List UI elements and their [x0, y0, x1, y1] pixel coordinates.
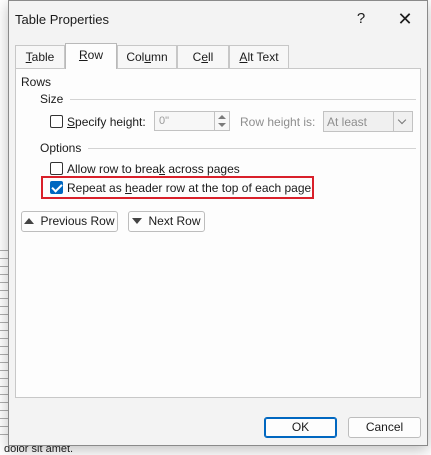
allow-break-text-pre: Allow row to brea — [67, 162, 160, 176]
row-height-is-select[interactable]: At least — [323, 111, 413, 132]
chevron-down-icon[interactable] — [393, 112, 412, 131]
specify-height-label: Specify height: — [67, 115, 146, 129]
options-heading: Options — [40, 141, 82, 155]
triangle-up-icon — [24, 218, 35, 224]
tab-cell-mnemonic: e — [201, 50, 208, 64]
close-button[interactable]: ✕ — [393, 7, 417, 31]
row-height-input[interactable]: 0" — [154, 111, 230, 131]
tab-column[interactable]: Column — [117, 45, 177, 68]
row-tab-panel: Rows Size Specify height: 0" Row height … — [15, 68, 421, 398]
tab-cell-label: ll — [208, 50, 214, 64]
help-button[interactable]: ? — [349, 7, 373, 31]
spin-down-icon[interactable] — [218, 123, 226, 127]
tab-cell[interactable]: Cell — [177, 45, 229, 68]
next-row-button[interactable]: Next Row — [128, 211, 205, 232]
row-height-spinner[interactable] — [214, 112, 229, 130]
tab-alt-text[interactable]: Alt Text — [229, 45, 289, 68]
allow-break-label: Allow row to break across pages — [67, 162, 240, 176]
specify-height-text: pecify height: — [75, 115, 146, 129]
tab-row[interactable]: Row — [65, 43, 117, 69]
previous-row-label: revious Row — [48, 214, 115, 228]
tab-table[interactable]: Table — [15, 45, 65, 68]
tab-row-label: ow — [87, 48, 103, 62]
tab-alt-text-label: lt Text — [247, 50, 279, 64]
size-heading: Size — [40, 92, 64, 106]
dialog-title: Table Properties — [15, 12, 109, 27]
row-height-value: 0" — [159, 115, 170, 127]
size-divider — [70, 99, 416, 100]
specify-height-checkbox[interactable] — [50, 115, 63, 128]
previous-row-button[interactable]: Previous Row — [21, 211, 118, 232]
annotation-highlight-box — [41, 176, 314, 199]
row-height-is-value: At least — [327, 115, 368, 129]
table-properties-dialog: Table Properties ? ✕ Table Row Column Ce… — [8, 0, 428, 446]
row-height-is-label: Row height is: — [240, 115, 316, 129]
allow-break-text: across pages — [165, 162, 240, 176]
next-row-mnemonic: N — [148, 214, 158, 228]
options-divider — [88, 148, 416, 149]
tab-column-label: mn — [151, 50, 168, 64]
tab-cell-label-pre: C — [192, 50, 202, 64]
triangle-down-icon — [132, 218, 143, 224]
spin-up-icon[interactable] — [218, 115, 226, 119]
title-bar: Table Properties ? ✕ — [9, 1, 427, 37]
ok-button[interactable]: OK — [264, 417, 337, 438]
cancel-button[interactable]: Cancel — [348, 417, 421, 438]
tab-row-mnemonic: R — [78, 48, 88, 62]
next-row-label: ext Row — [157, 214, 201, 228]
tab-column-label-pre: Col — [126, 50, 145, 64]
tab-column-mnemonic: u — [144, 50, 152, 64]
allow-break-checkbox[interactable] — [50, 162, 63, 175]
rows-heading: Rows — [21, 75, 52, 89]
tab-table-label: able — [31, 50, 55, 64]
specify-height-mnemonic: S — [67, 115, 76, 129]
